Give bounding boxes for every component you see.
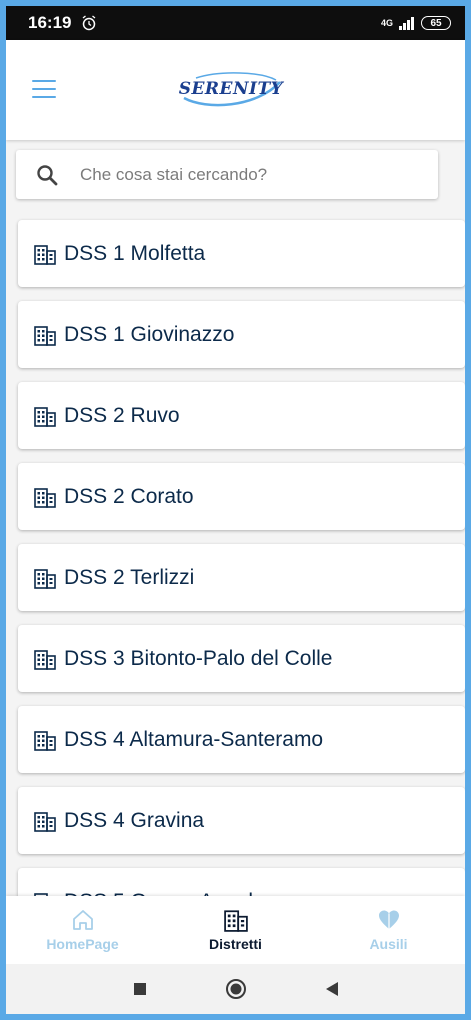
nav-distretti[interactable]: Distretti (161, 908, 311, 952)
heart-icon (378, 910, 399, 929)
building-icon (34, 487, 56, 508)
phone-screen: 16:19 4G 65 SERENITY Che cosa stai cerca… (6, 6, 465, 1014)
square-icon (133, 983, 146, 995)
building-icon (34, 649, 56, 670)
district-card-dss4-gravina[interactable]: DSS 4 Gravina (18, 787, 465, 854)
district-label: DSS 4 Gravina (64, 808, 205, 832)
home-icon (72, 910, 93, 930)
building-icon (34, 406, 56, 427)
building-icon (34, 568, 56, 589)
network-label: 4G (380, 18, 393, 28)
battery-level: 65 (430, 17, 442, 29)
district-label: DSS 1 Giovinazzo (64, 322, 235, 346)
menu-icon[interactable] (32, 80, 56, 100)
building-icon (34, 325, 56, 346)
search-bar[interactable] (16, 150, 438, 199)
system-navigation-bar (6, 964, 465, 1014)
signal-icon (399, 17, 414, 30)
building-icon (34, 730, 56, 751)
status-bar: 16:19 4G 65 (6, 6, 465, 40)
recents-button[interactable] (133, 982, 147, 996)
search-input[interactable] (78, 163, 412, 186)
battery-icon: 65 (421, 16, 451, 30)
back-button[interactable] (325, 981, 339, 997)
status-time: 16:19 (28, 13, 72, 32)
nav-label: HomePage (46, 936, 119, 952)
district-label: DSS 2 Ruvo (64, 403, 180, 427)
district-label: DSS 1 Molfetta (64, 241, 206, 265)
building-icon (223, 910, 248, 932)
district-list: DSS 1 Molfetta DSS 1 Giovinazzo DSS 2 Ru… (18, 220, 465, 949)
app-bar: SERENITY (6, 40, 465, 140)
district-label: DSS 4 Altamura-Santeramo (64, 727, 324, 751)
search-icon[interactable] (36, 164, 58, 186)
district-label: DSS 2 Corato (64, 484, 194, 508)
home-button[interactable] (225, 978, 247, 1000)
district-card-dss1-giovinazzo[interactable]: DSS 1 Giovinazzo (18, 301, 465, 368)
nav-ausili[interactable]: Ausili (314, 908, 464, 952)
building-icon (34, 244, 56, 265)
district-card-dss1-molfetta[interactable]: DSS 1 Molfetta (18, 220, 465, 287)
district-label: DSS 2 Terlizzi (64, 565, 195, 589)
nav-label: Ausili (369, 936, 408, 952)
nav-label: Distretti (209, 936, 262, 952)
district-label: DSS 3 Bitonto-Palo del Colle (64, 646, 333, 670)
back-triangle-icon (325, 982, 338, 996)
district-card-dss3-bitonto[interactable]: DSS 3 Bitonto-Palo del Colle (18, 625, 465, 692)
serenity-logo: SERENITY (176, 68, 286, 110)
circle-icon (225, 979, 246, 999)
district-card-dss2-terlizzi[interactable]: DSS 2 Terlizzi (18, 544, 465, 611)
district-card-dss2-ruvo[interactable]: DSS 2 Ruvo (18, 382, 465, 449)
logo-text: SERENITY (178, 79, 284, 99)
alarm-icon (83, 15, 96, 31)
bottom-navigation: HomePage Distretti Ausili (6, 896, 465, 964)
nav-homepage[interactable]: HomePage (8, 908, 158, 952)
building-icon (34, 811, 56, 832)
district-card-dss2-corato[interactable]: DSS 2 Corato (18, 463, 465, 530)
district-card-dss4-altamura[interactable]: DSS 4 Altamura-Santeramo (18, 706, 465, 773)
